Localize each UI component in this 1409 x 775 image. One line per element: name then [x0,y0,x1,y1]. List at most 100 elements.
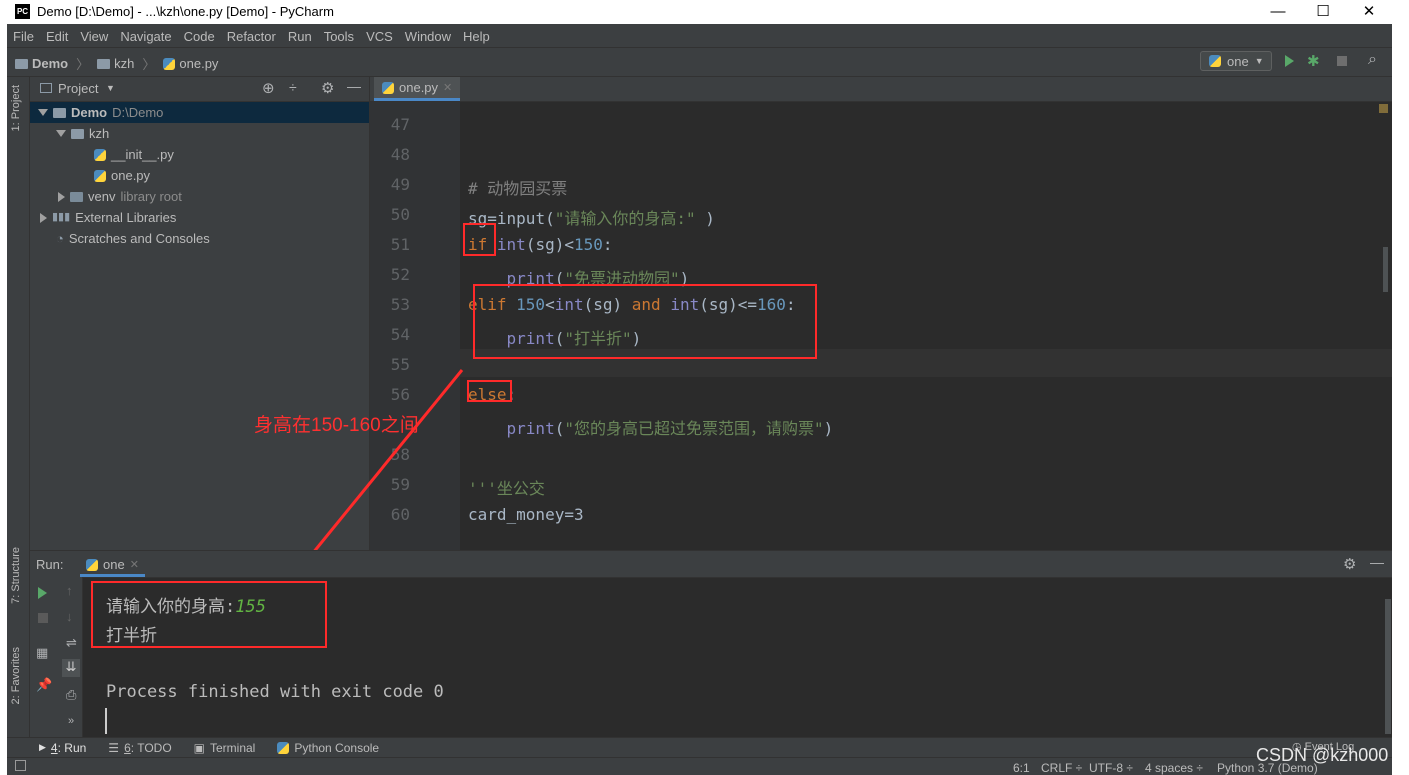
file-encoding[interactable]: UTF-8 ÷ [1089,761,1133,775]
run-button[interactable] [1285,55,1294,67]
python-file-icon [94,148,106,161]
caret-position[interactable]: 6:1 [1013,761,1030,775]
pycharm-window: PC Demo [D:\Demo] - ...\kzh\one.py [Demo… [7,0,1392,775]
line-number: 50 [390,205,410,224]
code-editor[interactable]: one.py ✕ 47 48 49 50 51 52 53 54 55 56 5… [370,77,1392,550]
scroll-to-end-button[interactable]: ⇊ [62,659,80,677]
scroll-down-icon[interactable]: ↓ [66,609,73,624]
breadcrumb-kzh[interactable]: kzh [97,56,134,71]
python-file-icon [382,81,394,94]
gear-icon[interactable]: ⚙ [321,79,334,97]
rerun-button[interactable] [38,587,47,599]
line-separator[interactable]: CRLF ÷ [1041,761,1082,775]
collapse-arrow-icon [40,212,47,223]
breadcrumb-demo[interactable]: Demo [15,56,68,71]
console-scrollbar[interactable] [1385,599,1391,734]
highlight-if [463,223,496,256]
menu-file[interactable]: File [7,25,40,44]
line-number: 49 [390,175,410,194]
more-icon[interactable]: » [68,715,74,727]
gear-icon[interactable]: ⚙ [1343,555,1356,573]
play-icon [1285,55,1294,67]
tree-item-kzh[interactable]: kzh [56,123,109,144]
tree-item-demo[interactable]: Demo D:\Demo [30,102,369,123]
console-caret [105,708,107,734]
menu-bar: File Edit View Navigate Code Refactor Run Tools… [7,25,1392,48]
search-icon: ⌕ [1368,51,1377,68]
highlight-console-output [91,581,327,648]
toggle-tool-windows-icon[interactable] [15,760,26,771]
close-button[interactable]: ✕ [1346,0,1392,24]
hide-icon[interactable]: — [347,78,361,94]
tool-tab-run[interactable]: ▶ 4: Run [39,741,86,755]
editor-tab-one-py[interactable]: one.py ✕ [374,77,461,101]
line-number: 47 [390,115,410,134]
editor-scrollbar-thumb[interactable] [1383,247,1388,292]
close-tab-icon[interactable]: ✕ [130,558,139,571]
python-file-icon [94,169,106,182]
code-line-49: # 动物园买票 [468,179,568,198]
title-bar: PC Demo [D:\Demo] - ...\kzh\one.py [Demo… [7,0,1392,24]
project-tool-tab[interactable]: 1: Project [10,85,22,131]
terminal-icon: ▣ [193,740,205,755]
folder-icon [53,107,66,118]
close-tab-icon[interactable]: ✕ [443,81,452,94]
collapse-all-icon[interactable]: ÷ [289,79,297,95]
play-icon: ▶ [39,742,46,752]
project-view-selector[interactable]: Project [58,81,98,96]
folder-icon [70,191,83,202]
scratches-icon: ◔ [56,231,64,246]
tree-item-external-libraries[interactable]: ▮▮▮ External Libraries [40,207,176,228]
pin-icon[interactable]: 📌 [36,677,52,693]
tree-item-scratches[interactable]: ◔ Scratches and Consoles [56,228,210,249]
chevron-down-icon[interactable]: ▼ [106,83,115,93]
scroll-up-icon[interactable]: ↑ [66,583,73,598]
run-config-selector[interactable]: one ▼ [1200,51,1272,71]
tree-item-venv[interactable]: venv library root [58,186,182,207]
menu-edit[interactable]: Edit [40,25,74,44]
search-everywhere-button[interactable]: ⌕ [1368,51,1377,69]
minimize-button[interactable]: — [1255,0,1301,24]
project-panel-header: Project ▼ ⊕ ÷ ⚙ — [30,77,369,102]
stop-button[interactable] [1337,56,1347,66]
tree-item-one-py[interactable]: one.py [94,165,150,186]
menu-tools[interactable]: Tools [318,25,360,44]
menu-window[interactable]: Window [399,25,457,44]
tool-tab-todo[interactable]: ☰ 6: TODO [108,741,171,755]
breadcrumb-one-py[interactable]: one.py [163,56,218,71]
hide-icon[interactable]: — [1370,554,1384,570]
tool-tab-terminal[interactable]: ▣ Terminal [194,741,256,755]
tree-item-init-py[interactable]: __init__.py [94,144,174,165]
menu-help[interactable]: Help [457,25,496,44]
status-bar: 6:1 CRLF ÷ UTF-8 ÷ 4 spaces ÷ Python 3.7… [7,757,1392,775]
locate-icon[interactable]: ⊕ [262,79,275,97]
chevron-right-icon: 〉 [76,57,90,72]
menu-run[interactable]: Run [282,25,318,44]
run-tab-one[interactable]: one ✕ [80,555,145,577]
menu-view[interactable]: View [74,25,114,44]
indent-setting[interactable]: 4 spaces ÷ [1145,761,1203,775]
soft-wrap-icon[interactable]: ⇌ [66,635,77,651]
csdn-watermark: CSDN @kzh000 [1256,745,1389,765]
folder-icon [71,128,84,139]
menu-navigate[interactable]: Navigate [114,25,177,44]
maximize-button[interactable]: ☐ [1300,0,1346,24]
run-label: Run: [36,557,64,572]
breadcrumb: Demo 〉 kzh 〉 one.py [15,54,218,73]
menu-code[interactable]: Code [178,25,221,44]
debug-button[interactable]: ✱ [1307,52,1320,70]
layout-icon[interactable]: ▦ [36,645,48,661]
todo-icon: ☰ [108,740,120,755]
stop-run-button[interactable] [38,613,48,623]
python-icon [86,558,98,571]
structure-tool-tab[interactable]: 7: Structure [10,547,22,604]
code-line-60: card_money=3 [468,505,584,524]
scroll-to-end-icon: ⇊ [65,659,77,674]
menu-vcs[interactable]: VCS [360,25,399,44]
navigation-bar: Demo 〉 kzh 〉 one.py [7,48,1392,77]
line-number: 54 [390,325,410,344]
favorites-tool-tab[interactable]: 2: Favorites [10,647,22,704]
menu-refactor[interactable]: Refactor [221,25,282,44]
print-icon[interactable]: ⎙ [66,687,76,703]
tool-tab-python-console[interactable]: Python Console [277,741,379,755]
